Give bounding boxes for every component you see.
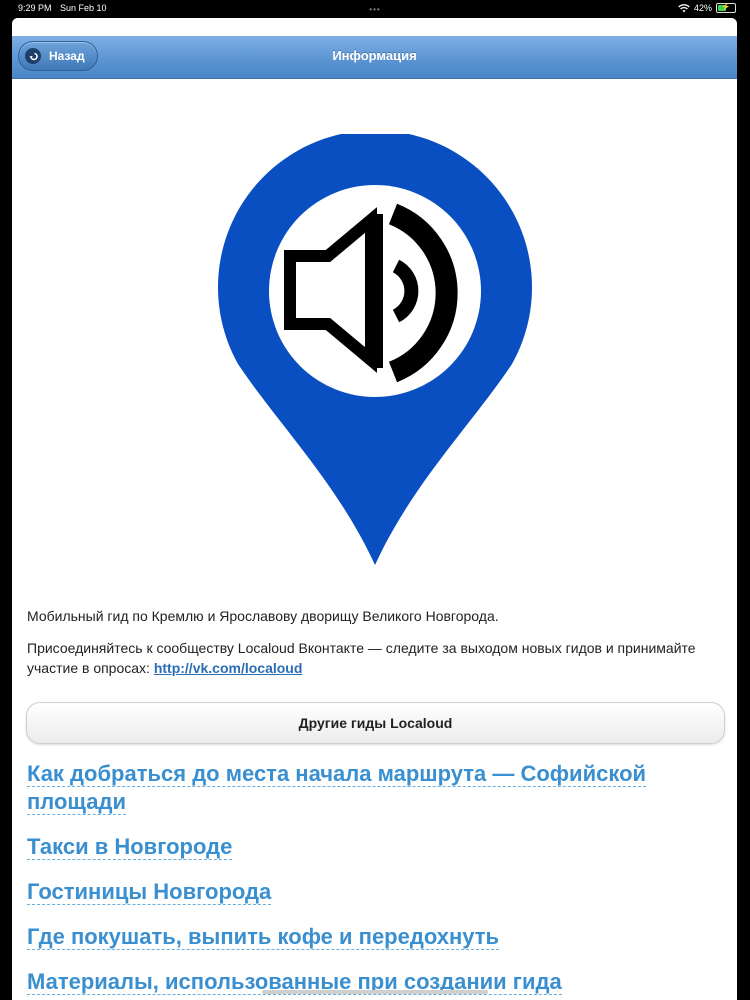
app-description: Мобильный гид по Кремлю и Ярославову дво…: [27, 608, 499, 624]
info-links: Как добраться до места начала маршрута —…: [27, 760, 727, 1000]
multitasking-dots: •••: [369, 5, 381, 14]
app-window: Назад Информация Мобильный гид по Кремлю…: [12, 18, 737, 1000]
battery-icon: ⚡: [716, 3, 736, 13]
link-food[interactable]: Где покушать, выпить кофе и передохнуть: [27, 923, 727, 951]
link-hotels[interactable]: Гостиницы Новгорода: [27, 878, 727, 906]
link-taxi[interactable]: Такси в Новгороде: [27, 833, 727, 861]
join-text: Присоединяйтесь к сообществу Localoud Вк…: [27, 640, 696, 676]
join-paragraph: Присоединяйтесь к сообществу Localoud Вк…: [27, 638, 722, 678]
navigation-bar: Назад Информация: [12, 36, 737, 79]
battery-percent: 42%: [693, 3, 712, 13]
vk-link[interactable]: http://vk.com/localoud: [154, 660, 303, 676]
status-right: 42% ⚡: [678, 0, 736, 16]
link-route-start[interactable]: Как добраться до места начала маршрута —…: [27, 760, 727, 816]
localoud-logo: [218, 134, 532, 565]
page-title: Информация: [332, 48, 417, 63]
wifi-icon: [678, 3, 690, 12]
other-guides-button[interactable]: Другие гиды Localoud: [26, 702, 725, 744]
description-block: Мобильный гид по Кремлю и Ярославову дво…: [27, 606, 722, 690]
home-indicator[interactable]: [262, 990, 488, 994]
status-bar: 9:29 PM Sun Feb 10 ••• 42% ⚡: [0, 0, 750, 16]
